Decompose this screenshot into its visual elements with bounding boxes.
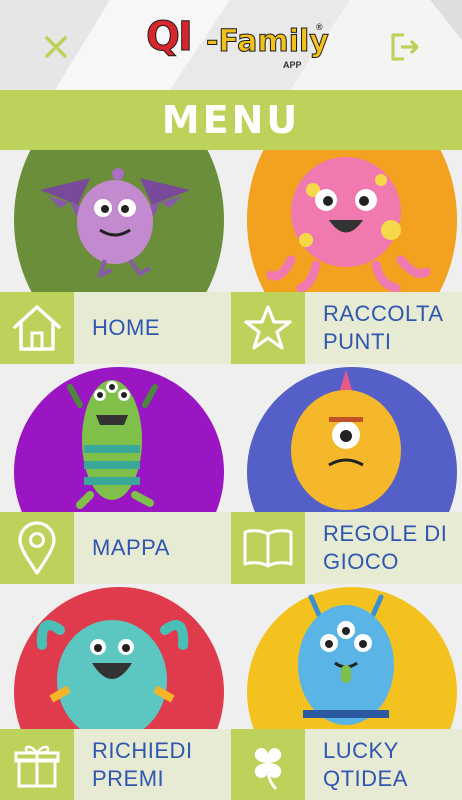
clover-icon-box xyxy=(231,729,305,800)
green-striped-monster xyxy=(67,380,158,509)
richiedi-premi-menu-button[interactable]: RICHIEDI PREMI xyxy=(0,729,231,800)
open-book-icon xyxy=(243,529,293,568)
raccolta-punti-label-line1: RACCOLTA xyxy=(323,301,444,326)
lucky-qtidea-label: LUCKY QTIDEA xyxy=(323,737,408,793)
raccolta-punti-label-line2: PUNTI xyxy=(323,329,392,354)
qi-family-logo: QI -Family APP ® xyxy=(140,6,330,76)
close-icon xyxy=(45,36,67,58)
menu-tile-home[interactable]: HOME xyxy=(0,150,231,365)
open-book-icon-box xyxy=(231,512,305,584)
menu-title: MENU xyxy=(161,98,301,142)
star-icon xyxy=(244,305,292,350)
menu-tile-richiedi-premi[interactable]: RICHIEDI PREMI xyxy=(0,585,231,800)
blue-three-eyed-monster xyxy=(298,594,394,725)
home-label: HOME xyxy=(92,315,160,340)
logo-qi-text: QI xyxy=(146,14,194,61)
richiedi-premi-label-line1: RICHIEDI xyxy=(92,738,193,763)
lucky-qtidea-label-line2: QTIDEA xyxy=(323,766,408,791)
lucky-qtidea-label-line1: LUCKY xyxy=(323,738,399,763)
logout-button[interactable] xyxy=(380,22,430,72)
regole-di-gioco-menu-button[interactable]: REGOLE DI GIOCO xyxy=(231,512,462,584)
menu-tile-raccolta-punti[interactable]: RACCOLTA PUNTI xyxy=(231,150,462,365)
regole-di-gioco-label-line1: REGOLE DI xyxy=(323,521,448,546)
lucky-qtidea-label-box: LUCKY QTIDEA xyxy=(305,729,462,800)
pink-octopus-monster xyxy=(266,157,431,293)
teal-horned-monster xyxy=(36,620,189,735)
richiedi-premi-label: RICHIEDI PREMI xyxy=(92,737,193,793)
menu-title-bar: MENU xyxy=(0,90,462,150)
logo-registered-mark: ® xyxy=(316,22,323,32)
mappa-menu-button[interactable]: MAPPA xyxy=(0,512,231,584)
mappa-label-box: MAPPA xyxy=(74,512,231,584)
logo-family-text: -Family xyxy=(206,24,330,60)
menu-tile-regole-di-gioco[interactable]: REGOLE DI GIOCO xyxy=(231,365,462,585)
purple-bat-monster xyxy=(40,168,190,279)
richiedi-premi-label-box: RICHIEDI PREMI xyxy=(74,729,231,800)
app-header: QI -Family APP ® xyxy=(0,0,462,90)
gift-icon xyxy=(14,745,60,788)
home-icon-box xyxy=(0,292,74,364)
star-icon-box xyxy=(231,292,305,364)
regole-di-gioco-label-box: REGOLE DI GIOCO xyxy=(305,512,462,584)
map-pin-icon-box xyxy=(0,512,74,584)
logo-app-text: APP xyxy=(283,60,302,70)
gift-icon-box xyxy=(0,729,74,800)
regole-di-gioco-label-line2: GIOCO xyxy=(323,549,399,574)
logout-icon xyxy=(391,33,419,61)
regole-di-gioco-label: REGOLE DI GIOCO xyxy=(323,520,447,576)
close-button[interactable] xyxy=(31,22,81,72)
home-menu-button[interactable]: HOME xyxy=(0,292,231,364)
raccolta-punti-menu-button[interactable]: RACCOLTA PUNTI xyxy=(231,292,462,364)
clover-icon xyxy=(254,748,282,791)
raccolta-punti-label-box: RACCOLTA PUNTI xyxy=(305,292,462,364)
menu-tile-mappa[interactable]: MAPPA xyxy=(0,365,231,585)
home-icon xyxy=(13,305,61,351)
orange-cyclops-monster xyxy=(291,370,401,510)
map-pin-icon xyxy=(18,521,56,575)
richiedi-premi-label-line2: PREMI xyxy=(92,766,165,791)
home-label-box: HOME xyxy=(74,292,231,364)
lucky-qtidea-menu-button[interactable]: LUCKY QTIDEA xyxy=(231,729,462,800)
raccolta-punti-label: RACCOLTA PUNTI xyxy=(323,300,444,356)
mappa-label: MAPPA xyxy=(92,535,170,560)
menu-tile-lucky-qtidea[interactable]: LUCKY QTIDEA xyxy=(231,585,462,800)
